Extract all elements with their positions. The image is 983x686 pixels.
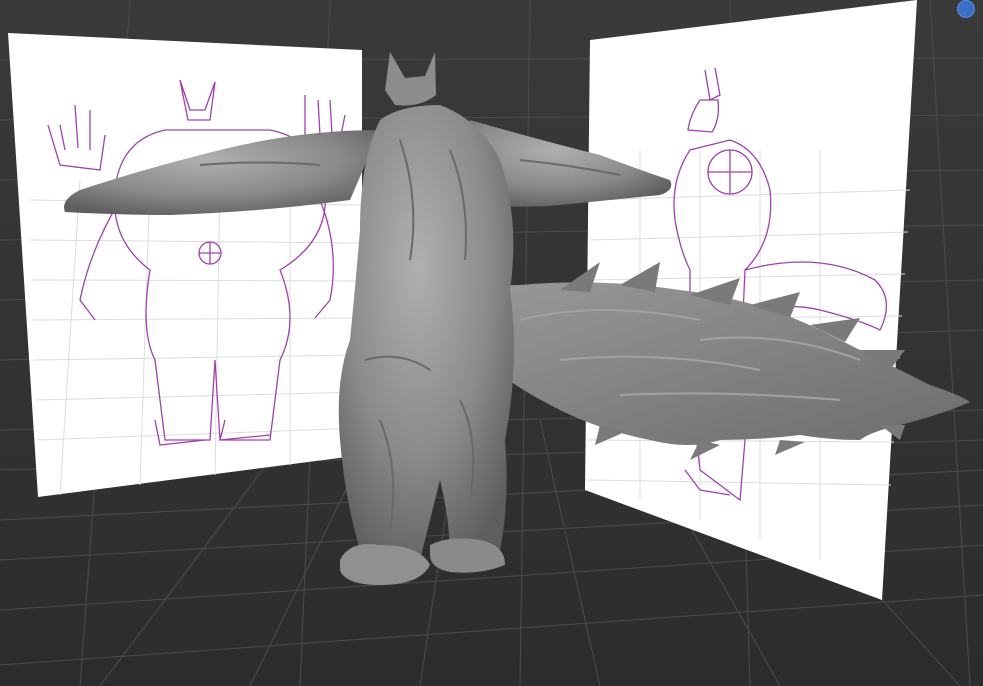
reference-image-front: [8, 33, 363, 497]
3d-viewport[interactable]: [0, 0, 983, 686]
viewport-canvas[interactable]: [0, 0, 983, 686]
blue-dot-icon[interactable]: [957, 0, 975, 18]
